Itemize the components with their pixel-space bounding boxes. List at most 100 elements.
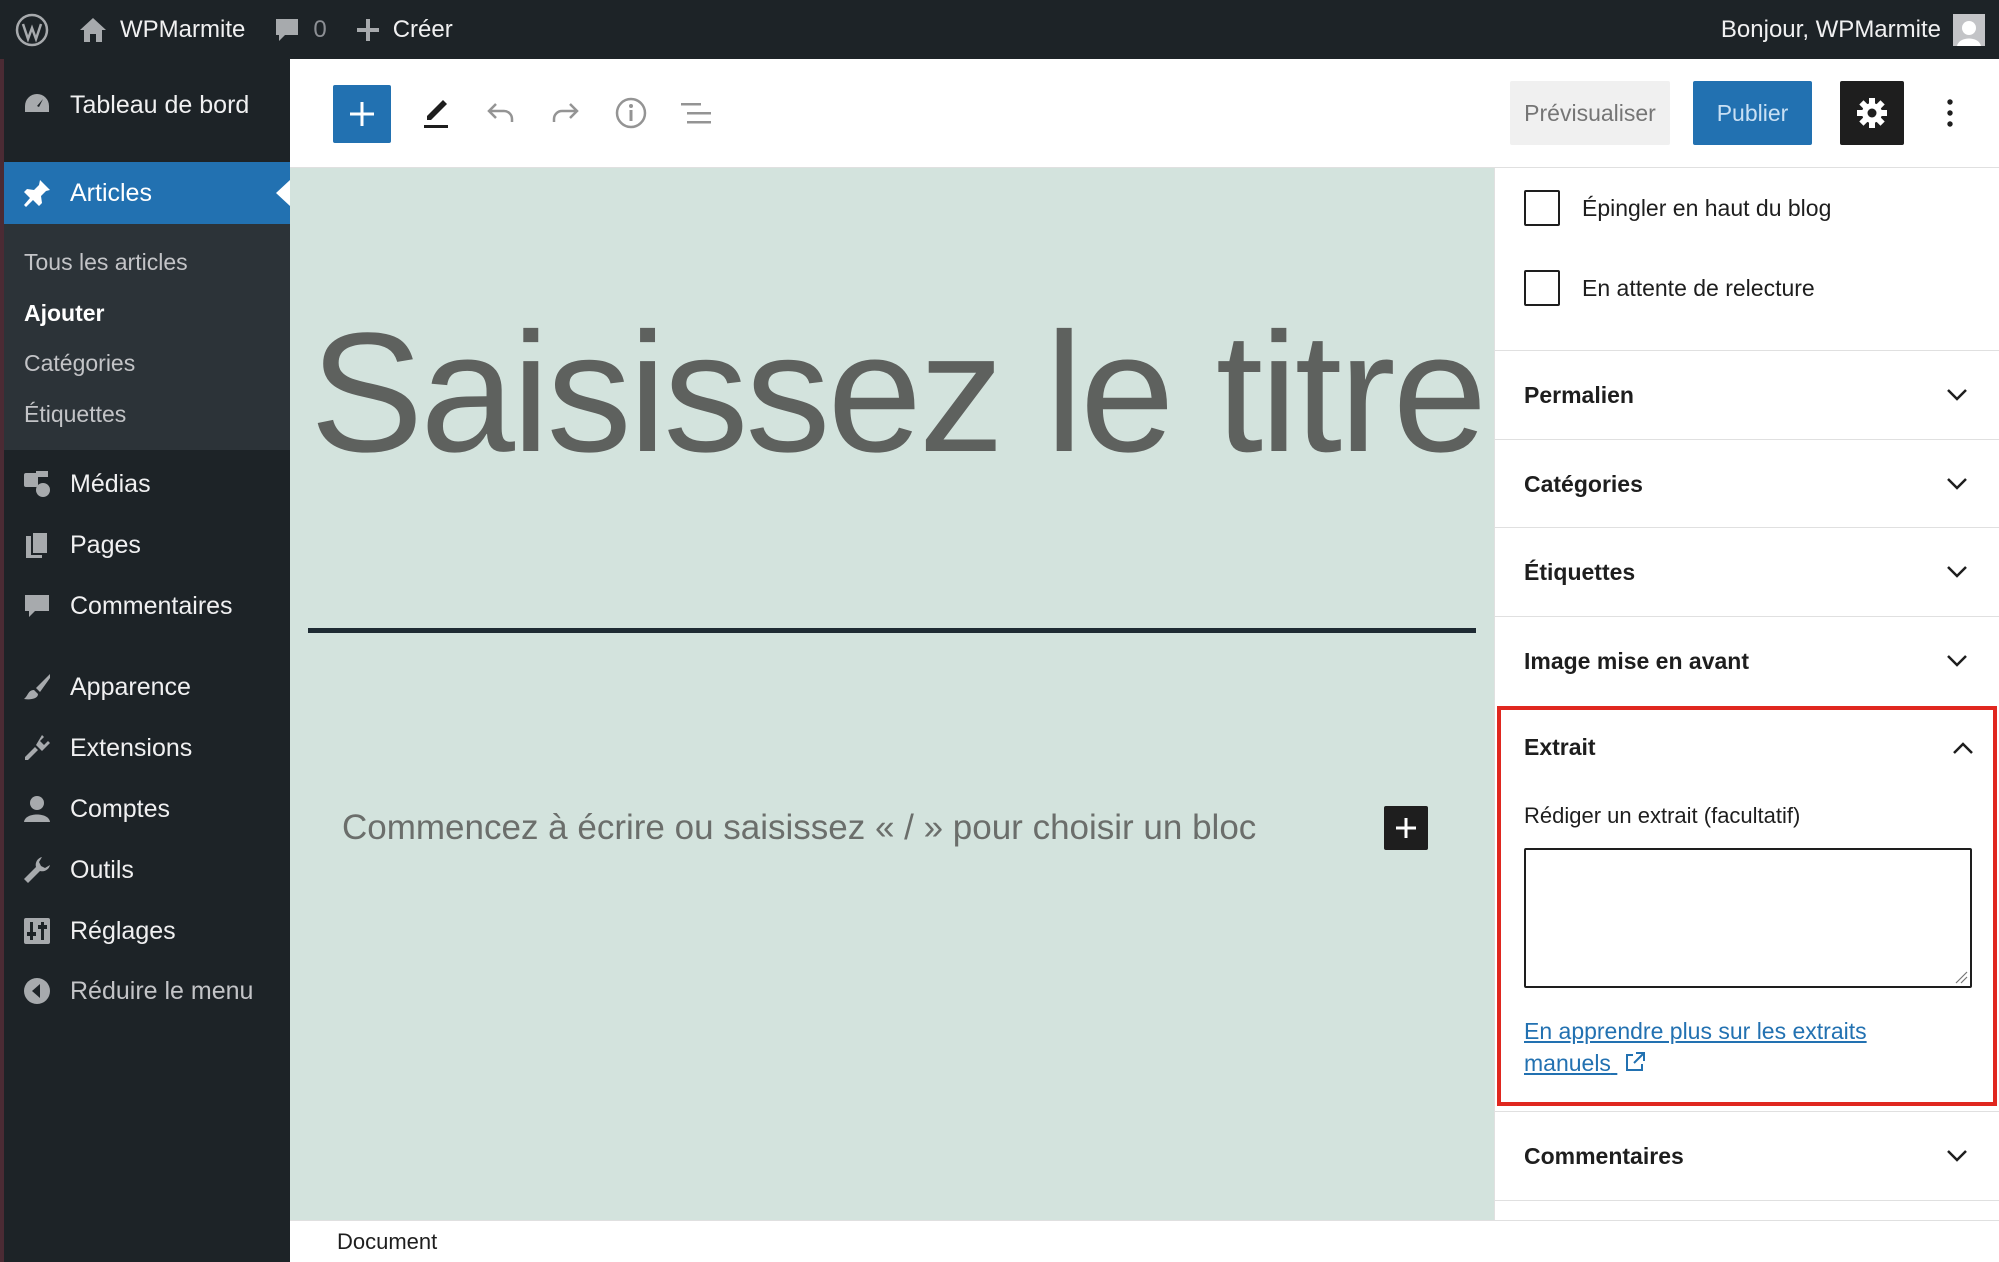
new-content-label: Créer xyxy=(392,15,453,43)
panel-permalink[interactable]: Permalien xyxy=(1495,350,1999,439)
preview-button[interactable]: Prévisualiser xyxy=(1510,81,1670,145)
menu-item-users[interactable]: Comptes xyxy=(4,784,290,834)
articles-submenu: Tous les articles Ajouter Catégories Éti… xyxy=(4,224,290,450)
post-title-input[interactable]: Saisissez le titre xyxy=(310,308,1487,478)
admin-menu: Tableau de bord Articles Tous les articl… xyxy=(0,59,290,1262)
sliders-icon xyxy=(20,914,54,948)
title-separator xyxy=(308,628,1476,633)
avatar xyxy=(1953,13,1985,46)
list-view-icon xyxy=(681,103,711,124)
menu-label-comments: Commentaires xyxy=(70,591,233,620)
more-vertical-icon xyxy=(1947,99,1953,127)
user-icon xyxy=(20,792,54,826)
panel-categories[interactable]: Catégories xyxy=(1495,439,1999,528)
chevron-down-icon xyxy=(1947,478,1967,490)
pending-review-checkbox[interactable] xyxy=(1524,270,1560,306)
redo-button[interactable] xyxy=(541,89,589,137)
panel-excerpt-toggle[interactable]: Extrait xyxy=(1524,734,1974,761)
excerpt-help-link[interactable]: En apprendre plus sur les extraits manue… xyxy=(1524,1015,1954,1079)
home-icon xyxy=(80,17,106,42)
panel-featured-image[interactable]: Image mise en avant xyxy=(1495,616,1999,705)
more-options-button[interactable] xyxy=(1930,89,1970,137)
collapse-menu-button[interactable]: Réduire le menu xyxy=(4,966,290,1016)
excerpt-field-label: Rédiger un extrait (facultatif) xyxy=(1524,803,1801,828)
menu-label-tools: Outils xyxy=(70,855,134,884)
panel-featured-image-title: Image mise en avant xyxy=(1524,647,1749,674)
menu-item-articles[interactable]: Articles xyxy=(4,162,290,224)
dashboard-icon xyxy=(20,88,54,122)
menu-item-pages[interactable]: Pages xyxy=(4,520,290,570)
menu-label-articles: Articles xyxy=(70,178,152,207)
chevron-up-icon xyxy=(1953,741,1973,754)
admin-bar: WPMarmite 0 Créer Bonjour, WPMarmite xyxy=(0,0,1999,59)
site-name-link[interactable]: WPMarmite xyxy=(64,0,259,59)
menu-item-appearance[interactable]: Apparence xyxy=(4,662,290,712)
greeting: Bonjour, WPMarmite xyxy=(1720,15,1941,43)
menu-label-settings: Réglages xyxy=(70,916,176,945)
panel-categories-title: Catégories xyxy=(1524,470,1643,497)
panel-tags[interactable]: Étiquettes xyxy=(1495,527,1999,616)
chevron-down-icon xyxy=(1947,566,1967,578)
pending-review-label: En attente de relecture xyxy=(1582,274,1815,301)
submenu-add-article[interactable]: Ajouter xyxy=(24,300,105,327)
menu-label-users: Comptes xyxy=(70,794,171,823)
comments-link[interactable]: 0 xyxy=(259,0,340,59)
sticky-option[interactable]: Épingler en haut du blog xyxy=(1524,190,1831,226)
block-placeholder[interactable]: Commencez à écrire ou saisissez « / » po… xyxy=(342,808,1256,848)
pushpin-icon xyxy=(20,176,54,210)
breadcrumb-document[interactable]: Document xyxy=(337,1229,437,1255)
comments-icon xyxy=(20,589,54,623)
new-content-link[interactable]: Créer xyxy=(341,0,467,59)
site-name: WPMarmite xyxy=(120,15,246,43)
details-button[interactable] xyxy=(607,89,655,137)
gear-icon xyxy=(1857,98,1887,128)
panel-permalink-title: Permalien xyxy=(1524,381,1634,408)
paintbrush-icon xyxy=(20,670,54,704)
plus-icon xyxy=(356,18,379,41)
settings-sidebar: Épingler en haut du blog En attente de r… xyxy=(1494,168,1999,1220)
pending-review-option[interactable]: En attente de relecture xyxy=(1524,270,1815,306)
settings-button[interactable] xyxy=(1840,81,1904,145)
menu-item-comments[interactable]: Commentaires xyxy=(4,581,290,631)
comments-count: 0 xyxy=(313,15,327,43)
publish-button[interactable]: Publier xyxy=(1693,81,1812,145)
chevron-down-icon xyxy=(1947,389,1967,401)
panel-comments-title: Commentaires xyxy=(1524,1142,1684,1169)
menu-label-appearance: Apparence xyxy=(70,672,191,701)
undo-button[interactable] xyxy=(477,89,525,137)
menu-item-media[interactable]: Médias xyxy=(4,459,290,509)
submenu-categories[interactable]: Catégories xyxy=(24,350,135,377)
chevron-down-icon xyxy=(1947,1150,1967,1162)
menu-label-media: Médias xyxy=(70,469,151,498)
collapse-arrow-icon xyxy=(20,974,54,1008)
panel-comments[interactable]: Commentaires xyxy=(1495,1111,1999,1200)
editor-footer: Document xyxy=(290,1220,1999,1262)
add-block-button[interactable] xyxy=(1384,806,1428,850)
media-icon xyxy=(20,467,54,501)
editor-header: Prévisualiser Publier xyxy=(290,59,1999,168)
submenu-tags[interactable]: Étiquettes xyxy=(24,401,126,428)
menu-label-dashboard: Tableau de bord xyxy=(70,90,250,119)
menu-item-plugins[interactable]: Extensions xyxy=(4,723,290,773)
excerpt-textarea[interactable] xyxy=(1524,848,1972,988)
plus-icon xyxy=(1396,818,1416,838)
resize-handle-icon[interactable] xyxy=(1954,970,1968,984)
menu-label-pages: Pages xyxy=(70,530,141,559)
plugin-icon xyxy=(20,731,54,765)
list-view-button[interactable] xyxy=(672,89,720,137)
tools-button[interactable] xyxy=(412,89,460,137)
info-icon xyxy=(615,97,647,129)
submenu-all-articles[interactable]: Tous les articles xyxy=(24,249,188,276)
menu-item-settings[interactable]: Réglages xyxy=(4,906,290,956)
menu-item-dashboard[interactable]: Tableau de bord xyxy=(4,80,290,130)
pages-icon xyxy=(20,528,54,562)
menu-label-plugins: Extensions xyxy=(70,733,193,762)
menu-item-tools[interactable]: Outils xyxy=(4,845,290,895)
panel-tags-title: Étiquettes xyxy=(1524,558,1636,585)
wordpress-logo-icon[interactable] xyxy=(0,0,64,59)
account-link[interactable]: Bonjour, WPMarmite xyxy=(1720,13,1999,46)
block-inserter-button[interactable] xyxy=(333,85,391,143)
editor-canvas: Saisissez le titre Commencez à écrire ou… xyxy=(290,168,1494,1220)
sticky-checkbox[interactable] xyxy=(1524,190,1560,226)
panel-excerpt: Extrait Rédiger un extrait (facultatif) … xyxy=(1497,706,1997,1106)
